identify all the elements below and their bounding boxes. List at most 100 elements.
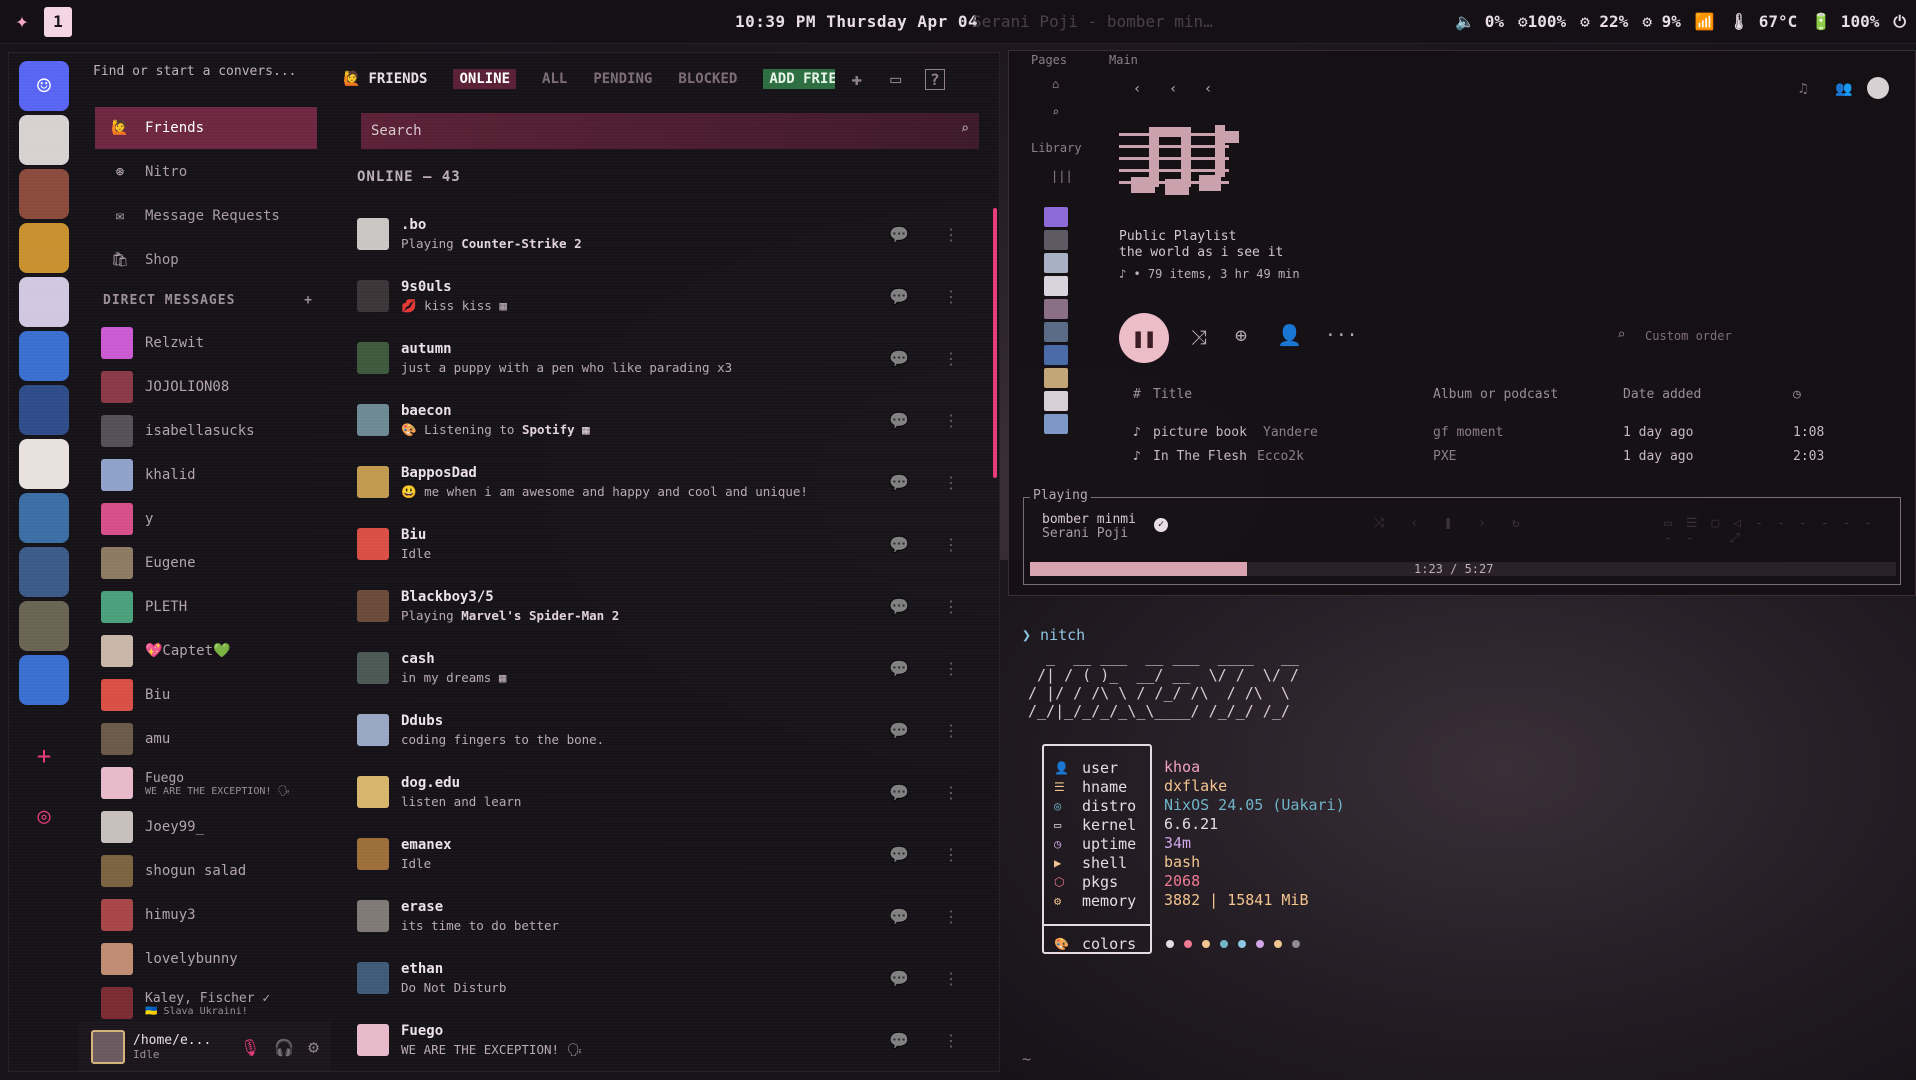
friend-row[interactable]: Biu Idle 💬 ⋮ (357, 513, 977, 575)
friend-row[interactable]: Ddubs coding fingers to the bone. 💬 ⋮ (357, 699, 977, 761)
friend-row[interactable]: emanex Idle 💬 ⋮ (357, 823, 977, 885)
server-icon[interactable] (19, 331, 69, 381)
server-icon[interactable] (19, 601, 69, 651)
add-server-icon[interactable]: + (19, 731, 69, 781)
download-icon[interactable]: ⊕ (1235, 323, 1247, 347)
friend-row[interactable]: Fuego WE ARE THE EXCEPTION! 🗣 💬 ⋮ (357, 1009, 977, 1071)
tab-all[interactable]: ALL (542, 71, 567, 87)
message-icon[interactable]: 💬 (889, 597, 909, 616)
message-icon[interactable]: 💬 (889, 411, 909, 430)
col-date[interactable]: Date added (1623, 387, 1701, 402)
friend-row[interactable]: baecon 🎨 Listening to Spotify ▦ 💬 ⋮ (357, 389, 977, 451)
message-icon[interactable]: 💬 (889, 969, 909, 988)
dm-item[interactable]: 💖Captet💚 (101, 631, 321, 671)
playlist-search-icon[interactable]: ⌕ (1617, 327, 1625, 343)
nix-logo-icon[interactable]: ✦ (5, 5, 39, 39)
message-icon[interactable]: 💬 (889, 845, 909, 864)
library-playlist-tile[interactable] (1044, 322, 1068, 342)
now-playing-indicator[interactable]: Serani Poji - bomber min… (972, 12, 1213, 31)
more-icon[interactable]: ⋮ (943, 597, 959, 616)
library-playlist-tile[interactable] (1044, 276, 1068, 296)
col-album[interactable]: Album or podcast (1433, 387, 1558, 402)
message-icon[interactable]: 💬 (889, 783, 909, 802)
dm-item[interactable]: Fuego WE ARE THE EXCEPTION! 🗣 (101, 763, 321, 803)
more-icon[interactable]: ⋮ (943, 225, 959, 244)
nav-icon[interactable]: ‹ (1204, 81, 1212, 97)
nav-message-requests[interactable]: ✉ Message Requests (95, 195, 317, 237)
server-icon[interactable] (19, 169, 69, 219)
back-icon[interactable]: ‹ (1133, 81, 1141, 97)
more-icon[interactable]: ⋮ (943, 845, 959, 864)
message-icon[interactable]: 💬 (889, 225, 909, 244)
message-icon[interactable]: 💬 (889, 287, 909, 306)
headphones-icon[interactable]: 🎧 (274, 1038, 294, 1057)
library-icon[interactable]: ||| (1051, 169, 1073, 183)
library-playlist-tile[interactable] (1044, 230, 1068, 250)
workspace-1[interactable]: 1 (44, 6, 72, 37)
nav-friends[interactable]: 🙋 Friends (95, 107, 317, 149)
message-icon[interactable]: 💬 (889, 473, 909, 492)
friends-activity-icon[interactable]: 👥 (1835, 81, 1852, 97)
friend-row[interactable]: erase its time to do better 💬 ⋮ (357, 885, 977, 947)
dm-item[interactable]: Biu (101, 675, 321, 715)
dm-item[interactable]: khalid (101, 455, 321, 495)
friend-row[interactable]: autumn just a puppy with a pen who like p… (357, 327, 977, 389)
settings-gear-icon[interactable]: ⚙ (308, 1037, 319, 1058)
server-icon[interactable] (19, 493, 69, 543)
add-user-icon[interactable]: 👤 (1277, 323, 1302, 347)
message-icon[interactable]: 💬 (889, 721, 909, 740)
library-playlist-tile[interactable] (1044, 368, 1068, 388)
col-title[interactable]: Title (1153, 387, 1192, 402)
server-icon[interactable] (19, 223, 69, 273)
track-row[interactable] (1119, 445, 1909, 469)
new-group-dm-icon[interactable]: ✚ (851, 69, 862, 90)
dm-item[interactable]: Eugene (101, 543, 321, 583)
more-icon[interactable]: ⋮ (943, 535, 959, 554)
more-icon[interactable]: ⋮ (943, 969, 959, 988)
dm-item[interactable]: isabellasucks (101, 411, 321, 451)
library-playlist-tile[interactable] (1044, 253, 1068, 273)
more-icon[interactable]: ⋮ (943, 411, 959, 430)
tab-blocked[interactable]: BLOCKED (678, 71, 737, 87)
more-options-icon[interactable]: ··· (1325, 325, 1358, 346)
more-icon[interactable]: ⋮ (943, 721, 959, 740)
inbox-icon[interactable]: ▭ (890, 69, 901, 90)
discover-icon[interactable]: ◎ (19, 791, 69, 841)
dm-item[interactable]: amu (101, 719, 321, 759)
find-conversation-input[interactable]: Find or start a convers... (93, 64, 297, 79)
friend-row[interactable]: Blackboy3/5 Playing Marvel's Spider-Man 2… (357, 575, 977, 637)
dm-item[interactable]: himuy3 (101, 895, 321, 935)
help-icon[interactable]: ? (925, 68, 945, 90)
friend-row[interactable]: .bo Playing Counter-Strike 2 💬 ⋮ (357, 203, 977, 265)
message-icon[interactable]: 💬 (889, 907, 909, 926)
pause-button[interactable]: ❚❚ (1119, 313, 1169, 363)
friend-row[interactable]: ethan Do Not Disturb 💬 ⋮ (357, 947, 977, 1009)
more-icon[interactable]: ⋮ (943, 907, 959, 926)
friend-row[interactable]: 9s0uls 💋 kiss kiss ▦ 💬 ⋮ (357, 265, 977, 327)
nav-nitro[interactable]: ⊛ Nitro (95, 151, 317, 193)
dm-item[interactable]: JOJOLION08 (101, 367, 321, 407)
server-icon[interactable] (19, 277, 69, 327)
more-icon[interactable]: ⋮ (943, 349, 959, 368)
message-icon[interactable]: 💬 (889, 659, 909, 678)
friend-row[interactable]: cash in my dreams ▦ 💬 ⋮ (357, 637, 977, 699)
more-icon[interactable]: ⋮ (943, 659, 959, 678)
home-icon[interactable]: ⌂ (1052, 77, 1059, 91)
add-dm-button[interactable]: + (304, 293, 313, 308)
library-playlist-tile[interactable] (1044, 414, 1068, 434)
tab-pending[interactable]: PENDING (593, 71, 652, 87)
bell-icon[interactable]: ♫ (1799, 81, 1807, 97)
shuffle-icon[interactable]: ⤨ (1191, 325, 1207, 349)
dm-item[interactable]: Kaley, Fischer ✓ 🇺🇦 Slava Ukraini! (101, 983, 321, 1023)
more-icon[interactable]: ⋮ (943, 1031, 959, 1050)
scrollbar[interactable] (993, 208, 997, 478)
user-avatar[interactable] (91, 1030, 125, 1064)
dm-item[interactable]: Joey99_ (101, 807, 321, 847)
server-icon[interactable] (19, 115, 69, 165)
profile-avatar[interactable] (1867, 77, 1889, 99)
search-icon[interactable]: ⌕ (1052, 105, 1059, 119)
more-icon[interactable]: ⋮ (943, 473, 959, 492)
more-icon[interactable]: ⋮ (943, 783, 959, 802)
more-icon[interactable]: ⋮ (943, 287, 959, 306)
friends-search-input[interactable]: Search ⌕ (361, 113, 979, 149)
